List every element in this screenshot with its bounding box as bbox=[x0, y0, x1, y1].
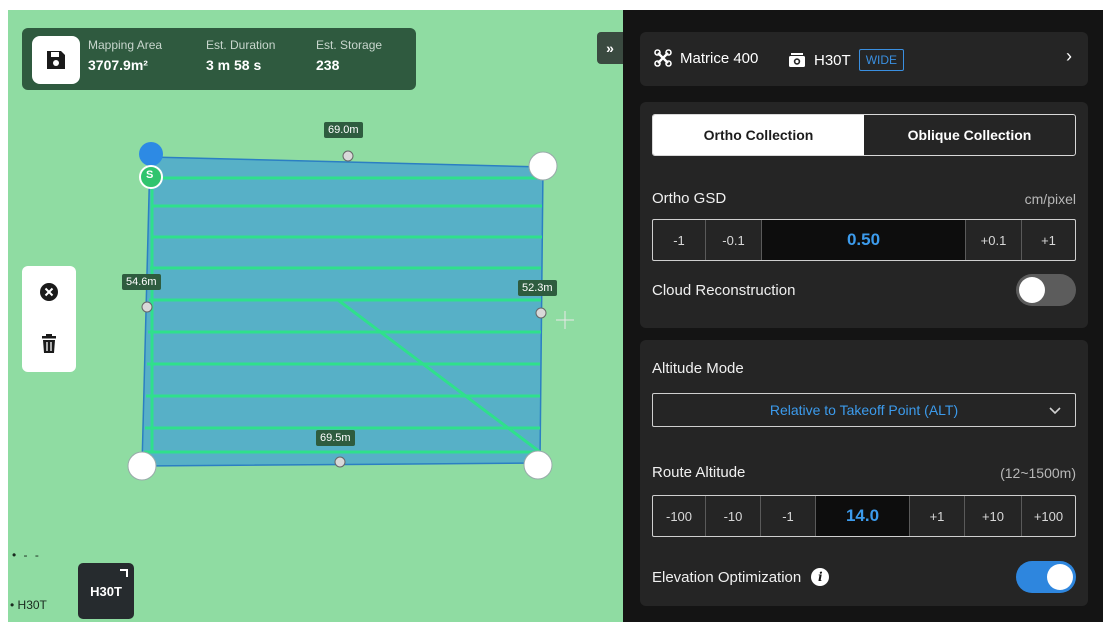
altitude-minus-100-button[interactable]: -100 bbox=[653, 496, 706, 536]
toggle-knob bbox=[1019, 277, 1045, 303]
cloud-reconstruction-toggle[interactable] bbox=[1016, 274, 1076, 306]
gsd-minus-01-button[interactable]: -0.1 bbox=[706, 220, 762, 260]
gsd-plus-01-button[interactable]: +0.1 bbox=[966, 220, 1022, 260]
camera-view-button[interactable]: H30T bbox=[78, 563, 134, 619]
expand-corner-icon bbox=[120, 569, 128, 577]
clear-button[interactable] bbox=[35, 278, 63, 306]
collection-mode-toggle: Ortho Collection Oblique Collection bbox=[652, 114, 1076, 156]
close-circle-icon bbox=[40, 283, 58, 301]
camera-name: H30T bbox=[814, 51, 851, 69]
altitude-mode-label: Altitude Mode bbox=[652, 360, 744, 377]
route-altitude-value[interactable]: 14.0 bbox=[816, 496, 910, 536]
aircraft-name: Matrice 400 bbox=[680, 49, 759, 67]
save-button[interactable] bbox=[32, 36, 80, 84]
settings-panel: Matrice 400 H30T WIDE › Ortho Collection… bbox=[623, 10, 1103, 622]
drone-icon bbox=[654, 49, 672, 67]
mission-stats-bar: Mapping Area 3707.9m² Est. Duration 3 m … bbox=[22, 28, 416, 90]
gsd-stepper: -1 -0.1 0.50 +0.1 +1 bbox=[652, 219, 1076, 261]
info-icon[interactable]: i bbox=[811, 568, 830, 586]
camera-view-label: H30T bbox=[90, 583, 122, 599]
altitude-plus-10-button[interactable]: +10 bbox=[965, 496, 1022, 536]
chevron-down-icon bbox=[1049, 402, 1061, 418]
stat-storage: Est. Storage 238 bbox=[316, 38, 383, 73]
cloud-reconstruction-row: Cloud Reconstruction bbox=[640, 274, 1076, 308]
legend-camera: • H30T bbox=[10, 598, 47, 612]
crosshair-icon bbox=[556, 311, 574, 329]
legend-route: • - - bbox=[12, 548, 41, 562]
map-tool-strip bbox=[22, 266, 76, 372]
route-altitude-range: (12~1500m) bbox=[1000, 465, 1076, 481]
altitude-minus-1-button[interactable]: -1 bbox=[761, 496, 816, 536]
map-overlay bbox=[127, 142, 574, 481]
gsd-plus-1-button[interactable]: +1 bbox=[1022, 220, 1075, 260]
trash-icon bbox=[42, 334, 56, 353]
route-altitude-label: Route Altitude bbox=[652, 464, 746, 481]
edge-length-right: 52.3m bbox=[518, 280, 557, 296]
gsd-unit: cm/pixel bbox=[1024, 191, 1076, 207]
mapping-polygon[interactable] bbox=[141, 156, 544, 467]
device-selector[interactable]: Matrice 400 H30T WIDE › bbox=[640, 32, 1088, 86]
altitude-settings-card: Altitude Mode Relative to Takeoff Point … bbox=[640, 340, 1088, 606]
tab-ortho-collection[interactable]: Ortho Collection bbox=[653, 115, 864, 155]
elevation-optimization-toggle[interactable] bbox=[1016, 561, 1076, 593]
elevation-optimization-label: Elevation Optimization bbox=[652, 568, 802, 586]
delete-button[interactable] bbox=[35, 330, 63, 358]
aircraft-info: Matrice 400 bbox=[654, 49, 758, 67]
collapse-panel-button[interactable]: » bbox=[597, 32, 623, 64]
edge-length-top: 69.0m bbox=[324, 122, 363, 138]
save-icon bbox=[47, 51, 65, 69]
collection-settings-card: Ortho Collection Oblique Collection Orth… bbox=[640, 102, 1088, 328]
altitude-mode-select[interactable]: Relative to Takeoff Point (ALT) bbox=[652, 393, 1076, 427]
stat-mapping-area: Mapping Area 3707.9m² bbox=[88, 38, 163, 73]
camera-info: H30T WIDE bbox=[788, 49, 905, 71]
cloud-reconstruction-label: Cloud Reconstruction bbox=[652, 282, 796, 299]
elevation-optimization-label-wrap: Elevation Optimization i bbox=[652, 568, 830, 586]
route-altitude-stepper: -100 -10 -1 14.0 +1 +10 +100 bbox=[652, 495, 1076, 537]
altitude-minus-10-button[interactable]: -10 bbox=[706, 496, 761, 536]
map-view[interactable]: S 69.0m 54.6m 52.3m 69.5m Mapping Area 3… bbox=[8, 10, 623, 622]
lens-badge: WIDE bbox=[858, 49, 905, 71]
toggle-knob bbox=[1047, 564, 1073, 590]
camera-icon bbox=[789, 53, 805, 67]
edge-length-bottom: 69.5m bbox=[316, 430, 355, 446]
gsd-label: Ortho GSD bbox=[652, 190, 727, 207]
gsd-minus-1-button[interactable]: -1 bbox=[653, 220, 706, 260]
gsd-header: Ortho GSD cm/pixel bbox=[640, 190, 1076, 210]
elevation-optimization-row: Elevation Optimization i bbox=[640, 561, 1076, 595]
chevron-right-icon: › bbox=[1066, 46, 1072, 66]
altitude-plus-100-button[interactable]: +100 bbox=[1022, 496, 1075, 536]
stat-duration: Est. Duration 3 m 58 s bbox=[206, 38, 276, 73]
double-chevron-right-icon: » bbox=[606, 40, 614, 56]
altitude-mode-value: Relative to Takeoff Point (ALT) bbox=[769, 402, 959, 418]
selected-vertex[interactable] bbox=[139, 142, 163, 166]
gsd-value[interactable]: 0.50 bbox=[762, 220, 966, 260]
route-altitude-header: Route Altitude (12~1500m) bbox=[640, 464, 1076, 484]
start-marker-label: S bbox=[146, 169, 154, 181]
tab-oblique-collection[interactable]: Oblique Collection bbox=[864, 115, 1075, 155]
altitude-plus-1-button[interactable]: +1 bbox=[910, 496, 965, 536]
edge-length-left: 54.6m bbox=[122, 274, 161, 290]
